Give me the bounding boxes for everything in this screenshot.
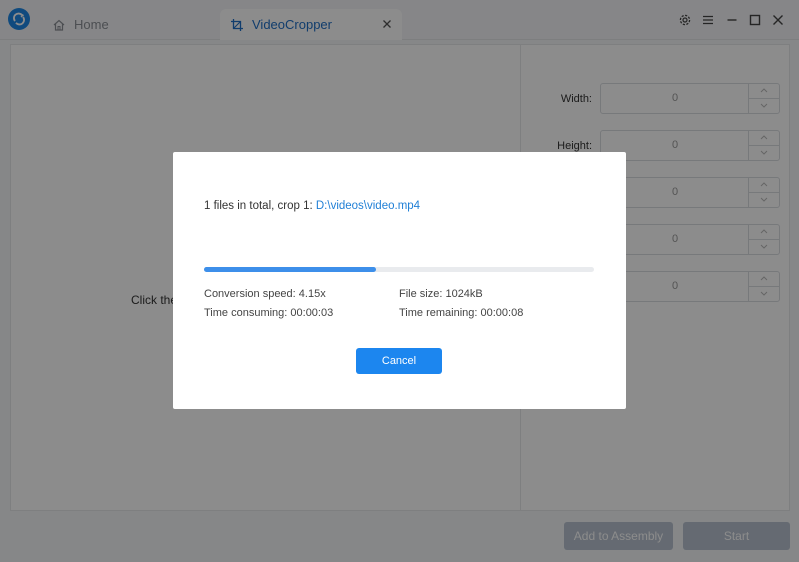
progress-bar <box>204 267 594 272</box>
conversion-speed: Conversion speed: 4.15x <box>204 288 326 300</box>
file-size: File size: 1024kB <box>399 288 483 300</box>
time-consuming: Time consuming: 00:00:03 <box>204 307 334 319</box>
time-remaining: Time remaining: 00:00:08 <box>399 307 524 319</box>
cancel-button[interactable]: Cancel <box>356 348 442 374</box>
progress-dialog: 1 files in total, crop 1: D:\videos\vide… <box>173 152 626 409</box>
progress-bar-fill <box>204 267 376 272</box>
summary-text: 1 files in total, crop 1: <box>204 200 316 212</box>
file-path-link[interactable]: D:\videos\video.mp4 <box>316 200 420 212</box>
dialog-summary: 1 files in total, crop 1: D:\videos\vide… <box>204 200 420 212</box>
